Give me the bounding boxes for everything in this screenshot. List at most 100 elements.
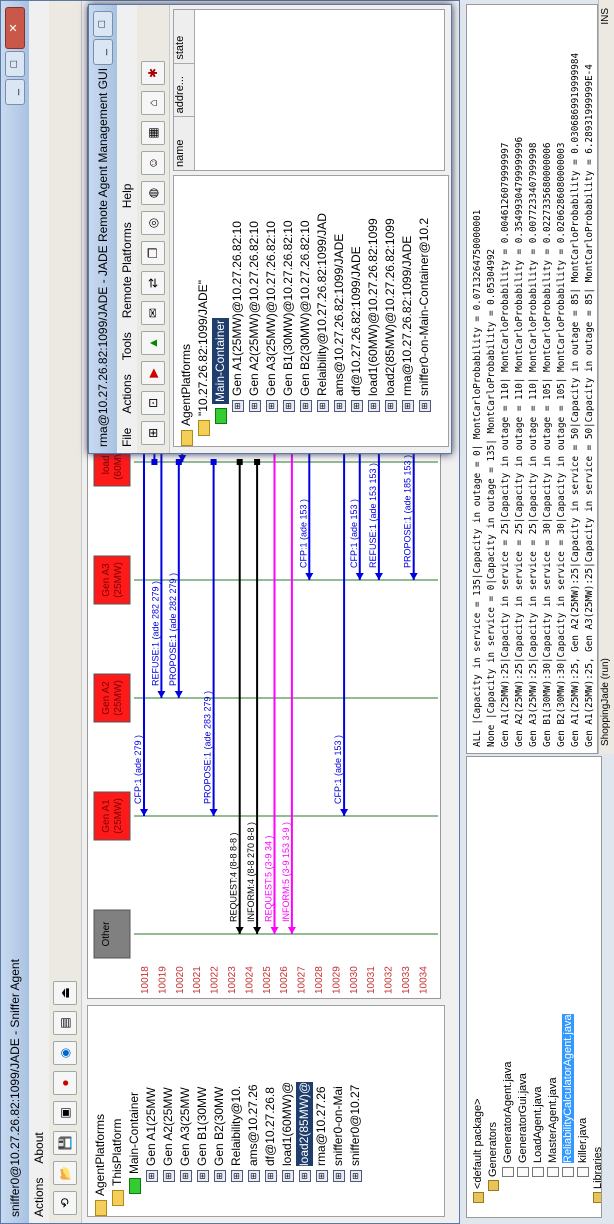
package-item[interactable]: killer.java <box>576 757 591 1217</box>
open-icon[interactable]: 📂 <box>53 1161 77 1185</box>
dummy-agent-icon[interactable]: ☺ <box>141 151 165 175</box>
rma-agent-item[interactable]: ⊞ Gen A2(25MW)@10.27.26.82:10 <box>246 176 263 446</box>
introspector-icon[interactable]: ◍ <box>141 181 165 205</box>
exit-icon[interactable]: ⏏ <box>53 981 77 1005</box>
rma-agent-item[interactable]: ⊞ ams@10.27.26.82:1099/JADE <box>331 176 348 446</box>
rma-agent-label: Relaibility@10.27.26.82:1099/JAD <box>315 213 329 396</box>
maximize-button[interactable]: □ <box>5 51 25 77</box>
agent-icon: ⊞ <box>145 1170 158 1182</box>
row-number: 10023 <box>227 966 238 994</box>
sniffer-agent-item[interactable]: ⊞ Gen A1(25MW <box>143 1006 160 1216</box>
rma-agent-item[interactable]: ⊞ Gen B1(30MW)@10.27.26.82:10 <box>280 176 297 446</box>
sniffer-agent-item[interactable]: ⊞ Relaibility@10. <box>228 1006 245 1216</box>
package-item[interactable]: Libraries <box>591 757 602 1217</box>
window-icon[interactable]: ▣ <box>53 1101 77 1125</box>
rma-tree-platform[interactable]: "10.27.26.82:1099/JADE" <box>195 176 212 446</box>
message-arrowhead <box>253 927 262 934</box>
sniffer-agent-item[interactable]: ⊞ rma@10.27.26 <box>313 1006 330 1216</box>
clone-icon[interactable]: ❐ <box>141 241 165 265</box>
rma-agent-item[interactable]: ⊞ Gen A3(25MW)@10.27.26.82:10 <box>263 176 280 446</box>
package-item[interactable]: ReliabilityCalculatorAgent.java <box>561 757 576 1217</box>
tree-root[interactable]: AgentPlatforms <box>92 1006 109 1216</box>
rma-minimize-button[interactable]: _ <box>93 39 113 65</box>
agent-header-label: Gen A2 <box>101 681 112 715</box>
rma-menu-help[interactable]: Help <box>120 184 134 209</box>
rma-agent-item[interactable]: ⊞ Gen A1(25MW)@10.27.26.82:10 <box>229 176 246 446</box>
sniffer-agent-label: Relaibility@10. <box>229 1085 243 1166</box>
sniffer-agent-item[interactable]: ⊞ Gen A2(25MW <box>160 1006 177 1216</box>
close-button[interactable]: ✕ <box>5 7 25 49</box>
sniffer-agent-item[interactable]: ⊞ Gen A3(25MW <box>177 1006 194 1216</box>
kill-icon[interactable]: ⊡ <box>141 391 165 415</box>
message-arrowhead <box>209 809 218 816</box>
sniffer-tool-icon[interactable]: ◎ <box>141 211 165 235</box>
package-item[interactable]: LoadAgent.java <box>531 757 546 1217</box>
df-gui-icon[interactable]: ⌂ <box>141 91 165 115</box>
rma-maximize-button[interactable]: □ <box>93 11 113 37</box>
package-label: GeneratorAgent.java <box>502 1061 514 1163</box>
bug-icon[interactable]: ✱ <box>141 61 165 85</box>
agent-header-label: Gen A1 <box>101 799 112 833</box>
row-number: 10031 <box>366 966 377 994</box>
rma-menu-remote-platforms[interactable]: Remote Platforms <box>120 222 134 318</box>
package-item[interactable]: MasterAgent.java <box>546 757 561 1217</box>
rma-tree-platform-label: "10.27.26.82:1099/JADE" <box>196 280 210 416</box>
menu-about[interactable]: About <box>32 1132 46 1163</box>
message-arrowhead <box>409 573 418 580</box>
agent-header-box <box>93 909 131 959</box>
col-address[interactable]: addre... <box>174 62 194 117</box>
package-item[interactable]: GeneratorGui.java <box>516 757 531 1217</box>
package-label: killer.java <box>577 1117 589 1163</box>
message-label: CFP:1 (ade 279 ) <box>133 735 143 804</box>
col-name[interactable]: name <box>174 116 194 170</box>
sniffer-agent-item[interactable]: ⊞ ams@10.27.26 <box>245 1006 262 1216</box>
col-state[interactable]: state <box>174 10 194 63</box>
sniffer-agent-item[interactable]: ⊞ df@10.27.26.8 <box>262 1006 279 1216</box>
log-icon[interactable]: ▦ <box>141 121 165 145</box>
rma-agent-item[interactable]: ⊞ sniffer0-on-Main-Container@10.2 <box>416 176 433 446</box>
rma-agent-item[interactable]: ⊞ load2(85MW)@10.27.26.82:1099 <box>382 176 399 446</box>
java-file-icon <box>547 1167 560 1177</box>
sniffer-agent-item[interactable]: ⊞ Gen B1(30MW <box>194 1006 211 1216</box>
rma-agent-item[interactable]: ⊞ Relaibility@10.27.26.82:1099/JAD <box>314 176 331 446</box>
rma-menu-tools[interactable]: Tools <box>120 332 134 360</box>
menu-actions[interactable]: Actions <box>32 1178 46 1217</box>
sniffer-agent-item[interactable]: ⊞ load1(60MW)@ <box>279 1006 296 1216</box>
rma-agent-item[interactable]: ⊞ Gen B2(30MW)@10.27.26.82:10 <box>297 176 314 446</box>
sniffer-agent-label: df@10.27.26.8 <box>263 1087 277 1166</box>
rma-agent-item[interactable]: ⊞ rma@10.27.26.82:1099/JADE <box>399 176 416 446</box>
save-icon[interactable]: 💾 <box>53 1131 77 1155</box>
message-origin <box>210 459 217 465</box>
resume-icon[interactable]: ▲ <box>141 331 165 355</box>
sniff-icon[interactable]: ◉ <box>53 1041 77 1065</box>
rma-agent-list: ⊞ Gen A1(25MW)@10.27.26.82:10 ⊞ Gen A2(25MW… <box>229 176 433 446</box>
send-message-icon[interactable]: ✉ <box>141 301 165 325</box>
migrate-icon[interactable]: ⇄ <box>141 271 165 295</box>
rma-tree-container[interactable]: Main-Container <box>212 176 229 446</box>
new-agent-icon[interactable]: ⊞ <box>141 421 165 445</box>
rma-menu-file[interactable]: File <box>120 428 134 447</box>
message-origin <box>254 459 261 465</box>
tree-container[interactable]: Main-Container <box>126 1006 143 1216</box>
sniffer-agent-item[interactable]: ⊞ load2(85MW)@ <box>296 1006 313 1216</box>
sniffer-agent-item[interactable]: ⊞ sniffer0-on-Mai <box>330 1006 347 1216</box>
package-item[interactable]: <default package> <box>471 757 486 1217</box>
sniffer-title: sniffer0@10.27.26.82:1099/JADE - Sniffer… <box>8 959 22 1217</box>
stop-icon[interactable]: ● <box>53 1071 77 1095</box>
package-item[interactable]: GeneratorAgent.java <box>501 757 516 1217</box>
rma-agent-item[interactable]: ⊞ df@10.27.26.82:1099/JADE <box>348 176 365 446</box>
tree-platform[interactable]: ThisPlatform <box>109 1006 126 1216</box>
rma-menu-actions[interactable]: Actions <box>120 374 134 413</box>
sniffer-agent-item[interactable]: ⊞ sniffer0@10.27 <box>347 1006 364 1216</box>
package-item[interactable]: Generators <box>486 757 501 1217</box>
sniffer-agent-item[interactable]: ⊞ Gen B2(30MW <box>211 1006 228 1216</box>
sniffer-menubar: Actions About <box>29 1 49 1223</box>
rma-agent-item[interactable]: ⊞ load1(60MW)@10.27.26.82:1099 <box>365 176 382 446</box>
minimize-button[interactable]: _ <box>5 79 25 105</box>
message-arrowhead <box>287 927 296 934</box>
suspend-icon[interactable]: ▶ <box>141 361 165 385</box>
rma-tree-root[interactable]: AgentPlatforms <box>178 176 195 446</box>
agent-icon: ⊞ <box>333 400 346 412</box>
clear-icon[interactable]: ⟲ <box>53 1191 77 1215</box>
display-icon[interactable]: ▤ <box>53 1011 77 1035</box>
